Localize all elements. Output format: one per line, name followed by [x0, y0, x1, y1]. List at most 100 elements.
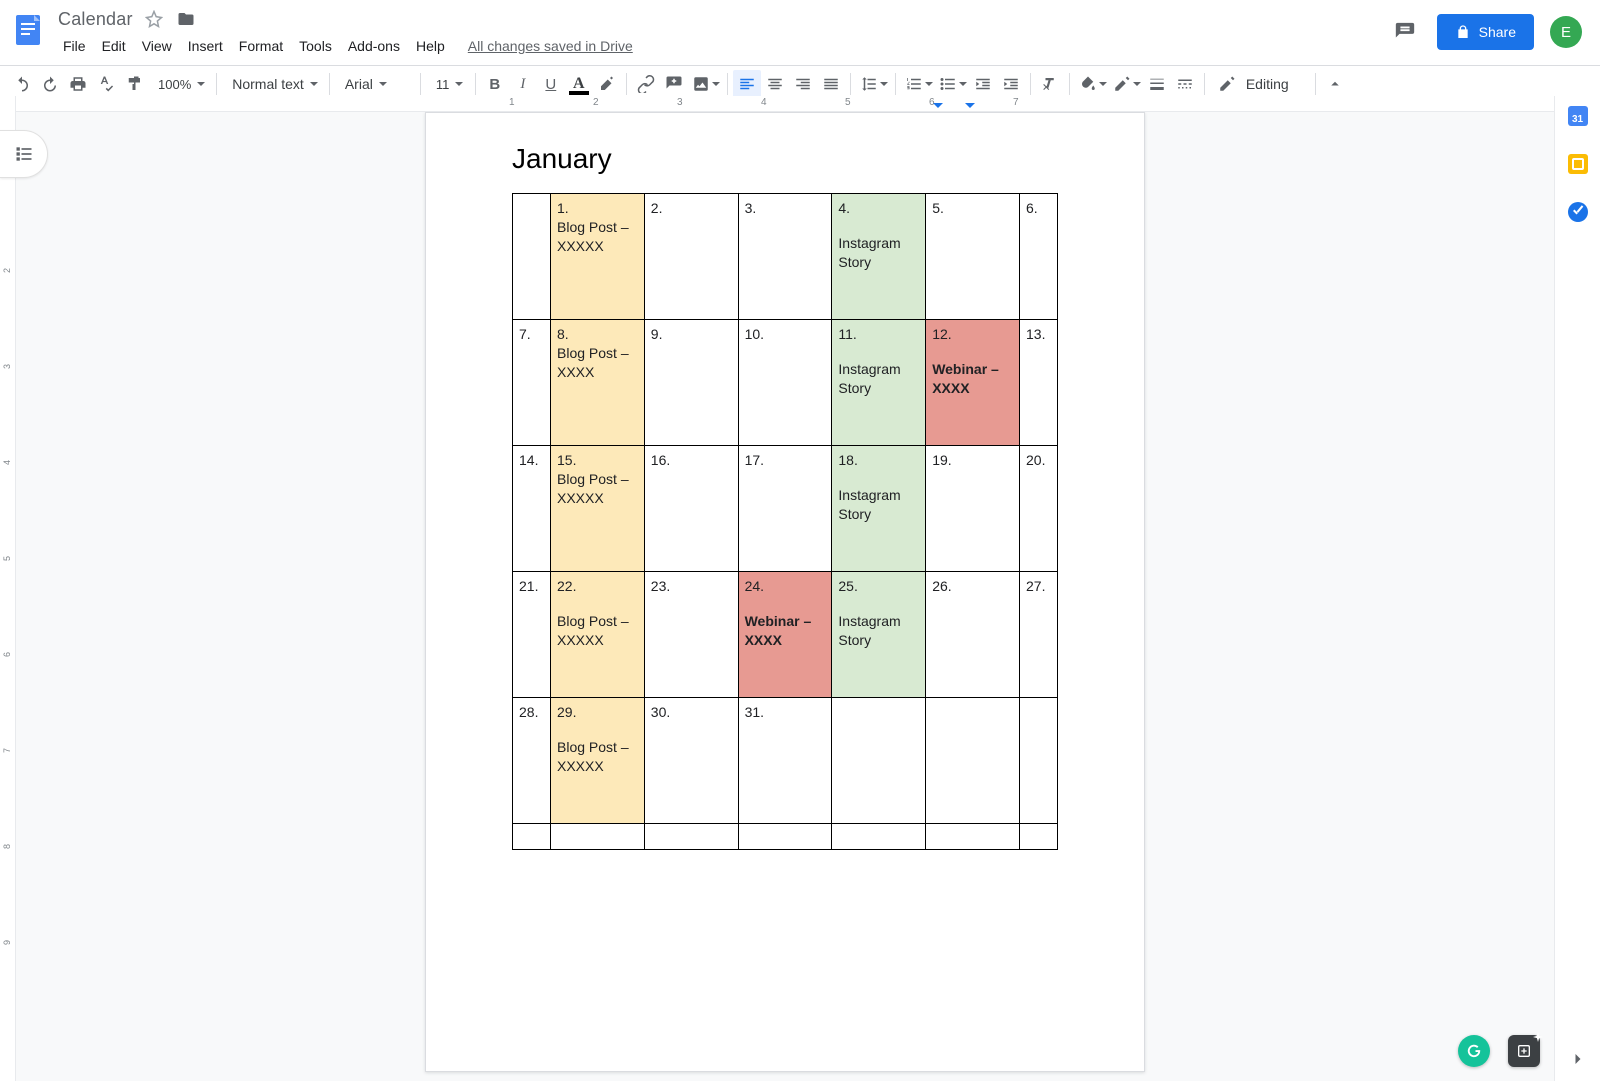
calendar-cell[interactable]: 24.Webinar – XXXX — [738, 572, 832, 698]
calendar-cell[interactable]: 2. — [644, 194, 738, 320]
calendar-cell[interactable]: 27. — [1020, 572, 1058, 698]
text-color-button[interactable]: A — [565, 70, 593, 98]
show-outline-button[interactable] — [0, 130, 48, 178]
menu-insert[interactable]: Insert — [181, 34, 230, 58]
border-color-dropdown[interactable] — [1109, 70, 1143, 98]
calendar-cell[interactable] — [513, 824, 551, 850]
menu-edit[interactable]: Edit — [95, 34, 133, 58]
calendar-cell[interactable]: 3. — [738, 194, 832, 320]
calendar-cell[interactable] — [832, 824, 926, 850]
border-width-button[interactable] — [1143, 70, 1171, 98]
decrease-indent-button[interactable] — [969, 70, 997, 98]
calendar-cell[interactable]: 11.Instagram Story — [832, 320, 926, 446]
calendar-cell[interactable]: 1.Blog Post – XXXXX — [551, 194, 645, 320]
highlight-color-button[interactable] — [593, 70, 621, 98]
menu-format[interactable]: Format — [232, 34, 290, 58]
italic-button[interactable]: I — [509, 70, 537, 98]
align-left-button[interactable] — [733, 70, 761, 98]
calendar-cell[interactable] — [513, 194, 551, 320]
align-center-button[interactable] — [761, 70, 789, 98]
calendar-cell[interactable]: 8.Blog Post – XXXX — [551, 320, 645, 446]
calendar-cell[interactable]: 22.Blog Post – XXXXX — [551, 572, 645, 698]
comments-button[interactable] — [1389, 16, 1421, 48]
calendar-cell[interactable]: 4.Instagram Story — [832, 194, 926, 320]
calendar-cell[interactable]: 7. — [513, 320, 551, 446]
explore-button[interactable] — [1508, 1035, 1540, 1067]
numbered-list-dropdown[interactable] — [901, 70, 935, 98]
vertical-ruler[interactable]: 1 2 3 4 5 6 7 8 9 — [0, 96, 16, 1081]
collapse-toolbar-button[interactable] — [1321, 70, 1349, 98]
menu-tools[interactable]: Tools — [292, 34, 339, 58]
calendar-cell[interactable]: 10. — [738, 320, 832, 446]
move-button[interactable] — [175, 8, 197, 30]
save-state-text[interactable]: All changes saved in Drive — [468, 38, 633, 54]
print-button[interactable] — [64, 70, 92, 98]
calendar-cell[interactable]: 23. — [644, 572, 738, 698]
font-size-dropdown[interactable]: 11 — [426, 70, 470, 98]
clear-formatting-button[interactable] — [1036, 70, 1064, 98]
calendar-cell[interactable]: 28. — [513, 698, 551, 824]
star-button[interactable] — [143, 8, 165, 30]
insert-comment-button[interactable] — [660, 70, 688, 98]
calendar-cell[interactable] — [738, 824, 832, 850]
undo-button[interactable] — [8, 70, 36, 98]
docs-logo-icon[interactable] — [8, 10, 48, 50]
calendar-table[interactable]: 1.Blog Post – XXXXX2.3.4.Instagram Story… — [512, 193, 1058, 850]
calendar-cell[interactable]: 18.Instagram Story — [832, 446, 926, 572]
share-button[interactable]: Share — [1437, 14, 1534, 50]
calendar-cell[interactable] — [832, 698, 926, 824]
calendar-cell[interactable]: 5. — [926, 194, 1020, 320]
calendar-cell[interactable]: 9. — [644, 320, 738, 446]
calendar-cell[interactable]: 29.Blog Post – XXXXX — [551, 698, 645, 824]
align-right-button[interactable] — [789, 70, 817, 98]
menu-view[interactable]: View — [135, 34, 179, 58]
document-page[interactable]: January 1.Blog Post – XXXXX2.3.4.Instagr… — [425, 112, 1145, 1072]
calendar-cell[interactable] — [1020, 824, 1058, 850]
calendar-cell[interactable]: 15.Blog Post – XXXXX — [551, 446, 645, 572]
document-title[interactable]: Calendar — [58, 9, 133, 30]
editing-mode-dropdown[interactable]: Editing — [1210, 70, 1310, 98]
redo-button[interactable] — [36, 70, 64, 98]
calendar-cell[interactable]: 25.Instagram Story — [832, 572, 926, 698]
increase-indent-button[interactable] — [997, 70, 1025, 98]
spellcheck-button[interactable] — [92, 70, 120, 98]
calendar-addon-icon[interactable]: 31 — [1568, 106, 1588, 126]
calendar-cell[interactable]: 16. — [644, 446, 738, 572]
calendar-cell[interactable]: 13. — [1020, 320, 1058, 446]
document-scroll-area[interactable]: 1 2 3 4 5 6 7 January 1.Blog Post – XXXX… — [16, 96, 1554, 1081]
calendar-cell[interactable]: 17. — [738, 446, 832, 572]
page-heading[interactable]: January — [512, 143, 1058, 175]
underline-button[interactable]: U — [537, 70, 565, 98]
calendar-cell[interactable]: 21. — [513, 572, 551, 698]
calendar-cell[interactable]: 14. — [513, 446, 551, 572]
calendar-cell[interactable]: 12.Webinar – XXXX — [926, 320, 1020, 446]
calendar-cell[interactable]: 6. — [1020, 194, 1058, 320]
menu-file[interactable]: File — [56, 34, 93, 58]
bulleted-list-dropdown[interactable] — [935, 70, 969, 98]
align-justify-button[interactable] — [817, 70, 845, 98]
calendar-cell[interactable] — [644, 824, 738, 850]
hide-sidepanel-button[interactable] — [1566, 1047, 1590, 1071]
bold-button[interactable]: B — [481, 70, 509, 98]
grammarly-button[interactable] — [1458, 1035, 1490, 1067]
right-indent-marker[interactable] — [933, 103, 943, 113]
calendar-cell[interactable]: 30. — [644, 698, 738, 824]
horizontal-ruler[interactable]: 1 2 3 4 5 6 7 — [16, 96, 1554, 112]
calendar-cell[interactable]: 31. — [738, 698, 832, 824]
tasks-addon-icon[interactable] — [1568, 202, 1588, 222]
insert-link-button[interactable] — [632, 70, 660, 98]
border-dash-button[interactable] — [1171, 70, 1199, 98]
menu-addons[interactable]: Add-ons — [341, 34, 407, 58]
calendar-cell[interactable]: 26. — [926, 572, 1020, 698]
paragraph-style-dropdown[interactable]: Normal text — [222, 70, 324, 98]
calendar-cell[interactable] — [551, 824, 645, 850]
calendar-cell[interactable] — [926, 824, 1020, 850]
calendar-cell[interactable] — [926, 698, 1020, 824]
fill-color-dropdown[interactable] — [1075, 70, 1109, 98]
menu-help[interactable]: Help — [409, 34, 452, 58]
insert-image-dropdown[interactable] — [688, 70, 722, 98]
calendar-cell[interactable]: 20. — [1020, 446, 1058, 572]
account-avatar[interactable]: E — [1550, 16, 1582, 48]
paint-format-button[interactable] — [120, 70, 148, 98]
font-dropdown[interactable]: Arial — [335, 70, 415, 98]
